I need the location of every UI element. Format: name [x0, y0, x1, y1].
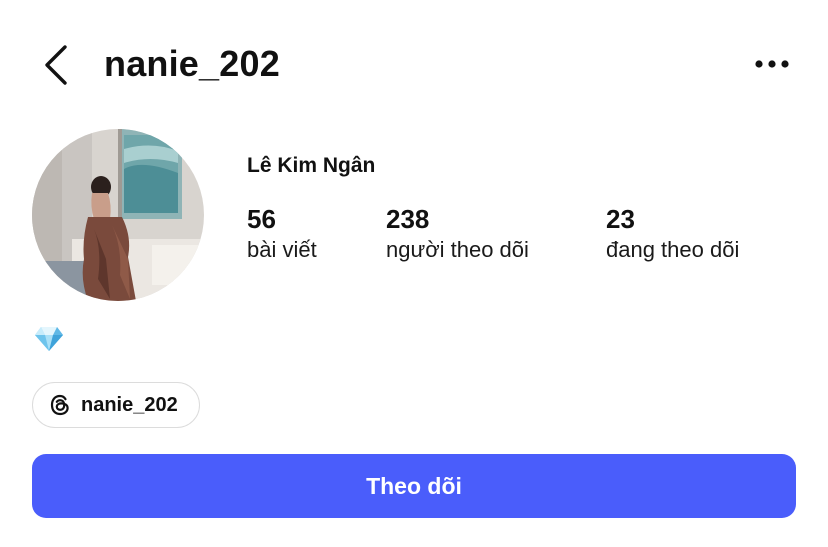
stat-following[interactable]: 23 đang theo dõi	[606, 204, 739, 266]
posts-label: bài viết	[247, 237, 317, 262]
stat-posts[interactable]: 56 bài viết	[247, 204, 317, 266]
posts-count: 56	[247, 204, 276, 234]
profile-photo	[32, 129, 204, 301]
follow-button[interactable]: Theo dõi	[32, 454, 796, 518]
threads-link[interactable]: nanie_202	[32, 382, 200, 428]
threads-icon	[50, 394, 69, 416]
followers-label: người theo dõi	[386, 237, 529, 262]
following-count: 23	[606, 204, 635, 234]
more-horizontal-icon	[755, 60, 789, 68]
followers-count: 238	[386, 204, 430, 234]
profile-header: nanie_202	[0, 0, 828, 130]
gem-icon	[35, 327, 63, 351]
avatar[interactable]	[32, 129, 204, 301]
bio	[34, 326, 66, 354]
threads-icon-wrap	[49, 394, 71, 416]
threads-handle: nanie_202	[81, 394, 178, 416]
chevron-left-icon	[45, 45, 67, 85]
display-name: Lê Kim Ngân	[247, 154, 376, 177]
following-label: đang theo dõi	[606, 237, 740, 262]
stat-followers[interactable]: 238 người theo dõi	[386, 204, 529, 266]
more-options-button[interactable]	[748, 48, 796, 80]
back-button[interactable]	[36, 40, 76, 90]
page-title: nanie_202	[104, 43, 280, 84]
